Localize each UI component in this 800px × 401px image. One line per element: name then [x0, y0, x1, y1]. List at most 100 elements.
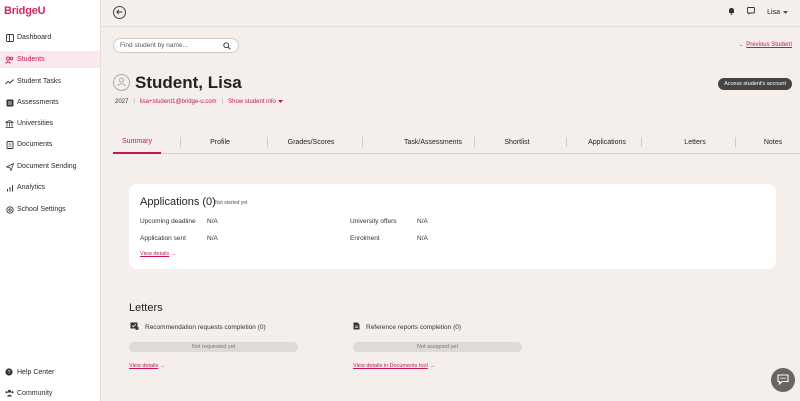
user-menu[interactable]: Lisa	[767, 9, 788, 16]
search-placeholder: Find student by name...	[120, 42, 188, 49]
documents-icon	[5, 140, 14, 149]
recommendation-icon	[130, 322, 139, 332]
user-icon	[116, 76, 127, 89]
applications-status: Not started yet	[215, 200, 248, 206]
sidebar-item-document-sending[interactable]: Document Sending	[0, 158, 100, 175]
show-student-info-toggle[interactable]: Show student info	[228, 99, 283, 105]
show-info-label: Show student info	[228, 99, 276, 105]
notification-bell-icon[interactable]	[728, 7, 735, 17]
tab-profile[interactable]: Profile	[193, 130, 247, 154]
tab-task-assessments[interactable]: Task/Assessments	[383, 130, 483, 154]
tab-notes[interactable]: Notes	[749, 130, 797, 154]
sidebar-item-community[interactable]: Community	[0, 386, 100, 401]
student-tabs: Summary Profile Grades/Scores Task/Asses…	[113, 130, 800, 154]
sidebar-item-label: Community	[17, 390, 53, 397]
divider: |	[133, 99, 135, 105]
sidebar-item-school-settings[interactable]: School Settings	[0, 201, 100, 218]
tab-divider	[267, 137, 268, 147]
student-meta: 2027 | lisa+student1@bridge-u.com | Show…	[115, 99, 283, 105]
chat-launcher-button[interactable]	[771, 368, 795, 392]
tab-summary[interactable]: Summary	[113, 130, 161, 154]
applications-count: (0)	[202, 196, 216, 208]
tab-divider	[735, 137, 736, 147]
caret-down-icon	[783, 9, 788, 16]
sidebar-item-documents[interactable]: Documents	[0, 136, 100, 153]
sidebar-item-help-center[interactable]: ? Help Center	[0, 365, 100, 380]
messages-icon[interactable]	[747, 7, 756, 17]
sidebar-item-label: Student Tasks	[17, 78, 61, 85]
sidebar-item-assessments[interactable]: Assessments	[0, 94, 100, 111]
students-icon	[5, 55, 14, 64]
tab-divider	[180, 137, 181, 147]
chat-icon	[777, 373, 789, 387]
letters-title: Letters	[129, 302, 163, 314]
arrow-right-icon: →	[170, 251, 177, 257]
reference-view-details-link[interactable]: View details in Documents tool →	[353, 363, 435, 369]
reference-reports-row: Reference reports completion (0)	[353, 322, 461, 332]
dashboard-icon	[5, 33, 14, 42]
sidebar-item-dashboard[interactable]: Dashboard	[0, 29, 100, 46]
sidebar-item-label: Documents	[17, 141, 53, 148]
caret-down-icon	[277, 99, 283, 105]
sidebar: BridgeU Dashboard Students Student Tasks…	[0, 0, 101, 401]
tab-divider	[566, 137, 567, 147]
sidebar-item-label: Universities	[17, 120, 54, 127]
applications-view-details-link[interactable]: View details →	[140, 251, 176, 257]
access-student-account-button[interactable]: Access student's account	[718, 78, 792, 90]
view-details-label: View details	[129, 363, 159, 369]
tab-divider	[362, 137, 363, 147]
universities-icon	[5, 119, 14, 128]
sidebar-item-student-tasks[interactable]: Student Tasks	[0, 73, 100, 90]
upcoming-deadline-label: Upcoming deadline	[140, 218, 196, 225]
sidebar-item-label: Assessments	[17, 99, 59, 106]
community-icon	[5, 389, 14, 398]
recommendation-view-details-link[interactable]: View details →	[129, 363, 165, 369]
sidebar-item-label: Students	[17, 56, 45, 63]
tab-shortlist[interactable]: Shortlist	[488, 130, 546, 154]
tasks-icon	[5, 77, 14, 86]
tab-grades-scores[interactable]: Grades/Scores	[278, 130, 344, 154]
sidebar-item-analytics[interactable]: Analytics	[0, 179, 100, 196]
top-bar: Lisa	[101, 0, 800, 27]
reference-label: Reference reports completion (0)	[366, 323, 462, 331]
university-offers-value: N/A	[417, 218, 428, 225]
arrow-left-icon: ←	[738, 42, 745, 48]
sidebar-item-label: Document Sending	[17, 163, 77, 170]
university-offers-label: University offers	[350, 218, 397, 225]
analytics-icon	[5, 183, 14, 192]
student-search-input[interactable]: Find student by name...	[113, 38, 239, 53]
send-icon	[5, 162, 14, 171]
sidebar-item-universities[interactable]: Universities	[0, 115, 100, 132]
sidebar-item-students[interactable]: Students	[0, 51, 100, 68]
tab-divider	[641, 137, 642, 147]
view-details-label: View details	[140, 251, 170, 257]
search-icon[interactable]	[223, 42, 231, 52]
sidebar-item-label: Analytics	[17, 184, 46, 191]
sidebar-item-label: School Settings	[17, 206, 66, 213]
recommendation-label: Recommendation requests completion (0)	[145, 323, 266, 331]
help-icon: ?	[5, 368, 14, 377]
previous-student-link[interactable]: ← Previous Student	[739, 42, 792, 48]
document-icon	[353, 322, 360, 332]
divider: |	[221, 99, 224, 105]
bridgeu-logo[interactable]: BridgeU	[4, 5, 46, 17]
applications-title-text: Applications	[140, 196, 200, 208]
back-button[interactable]	[113, 6, 126, 19]
student-name: Student, Lisa	[135, 73, 242, 92]
student-email-link[interactable]: lisa+student1@bridge-u.com	[140, 99, 217, 105]
arrow-right-icon: →	[159, 363, 166, 369]
enrolment-label: Enrolment	[350, 235, 380, 242]
arrow-right-icon: →	[429, 363, 435, 369]
recommendation-requests-row: Recommendation requests completion (0)	[130, 322, 266, 332]
application-sent-value: N/A	[207, 235, 218, 242]
recommendation-status-bar: Not requested yet	[129, 342, 298, 352]
sidebar-item-label: Help Center	[17, 369, 55, 376]
tab-divider	[474, 137, 475, 147]
user-name: Lisa	[767, 8, 780, 16]
tab-letters[interactable]: Letters	[668, 130, 722, 154]
applications-title: Applications (0)	[140, 196, 216, 208]
application-sent-label: Application sent	[140, 235, 186, 242]
assessments-icon	[5, 98, 14, 107]
applications-card: Applications (0) Not started yet Upcomin…	[129, 184, 776, 269]
tab-applications[interactable]: Applications	[579, 130, 635, 154]
